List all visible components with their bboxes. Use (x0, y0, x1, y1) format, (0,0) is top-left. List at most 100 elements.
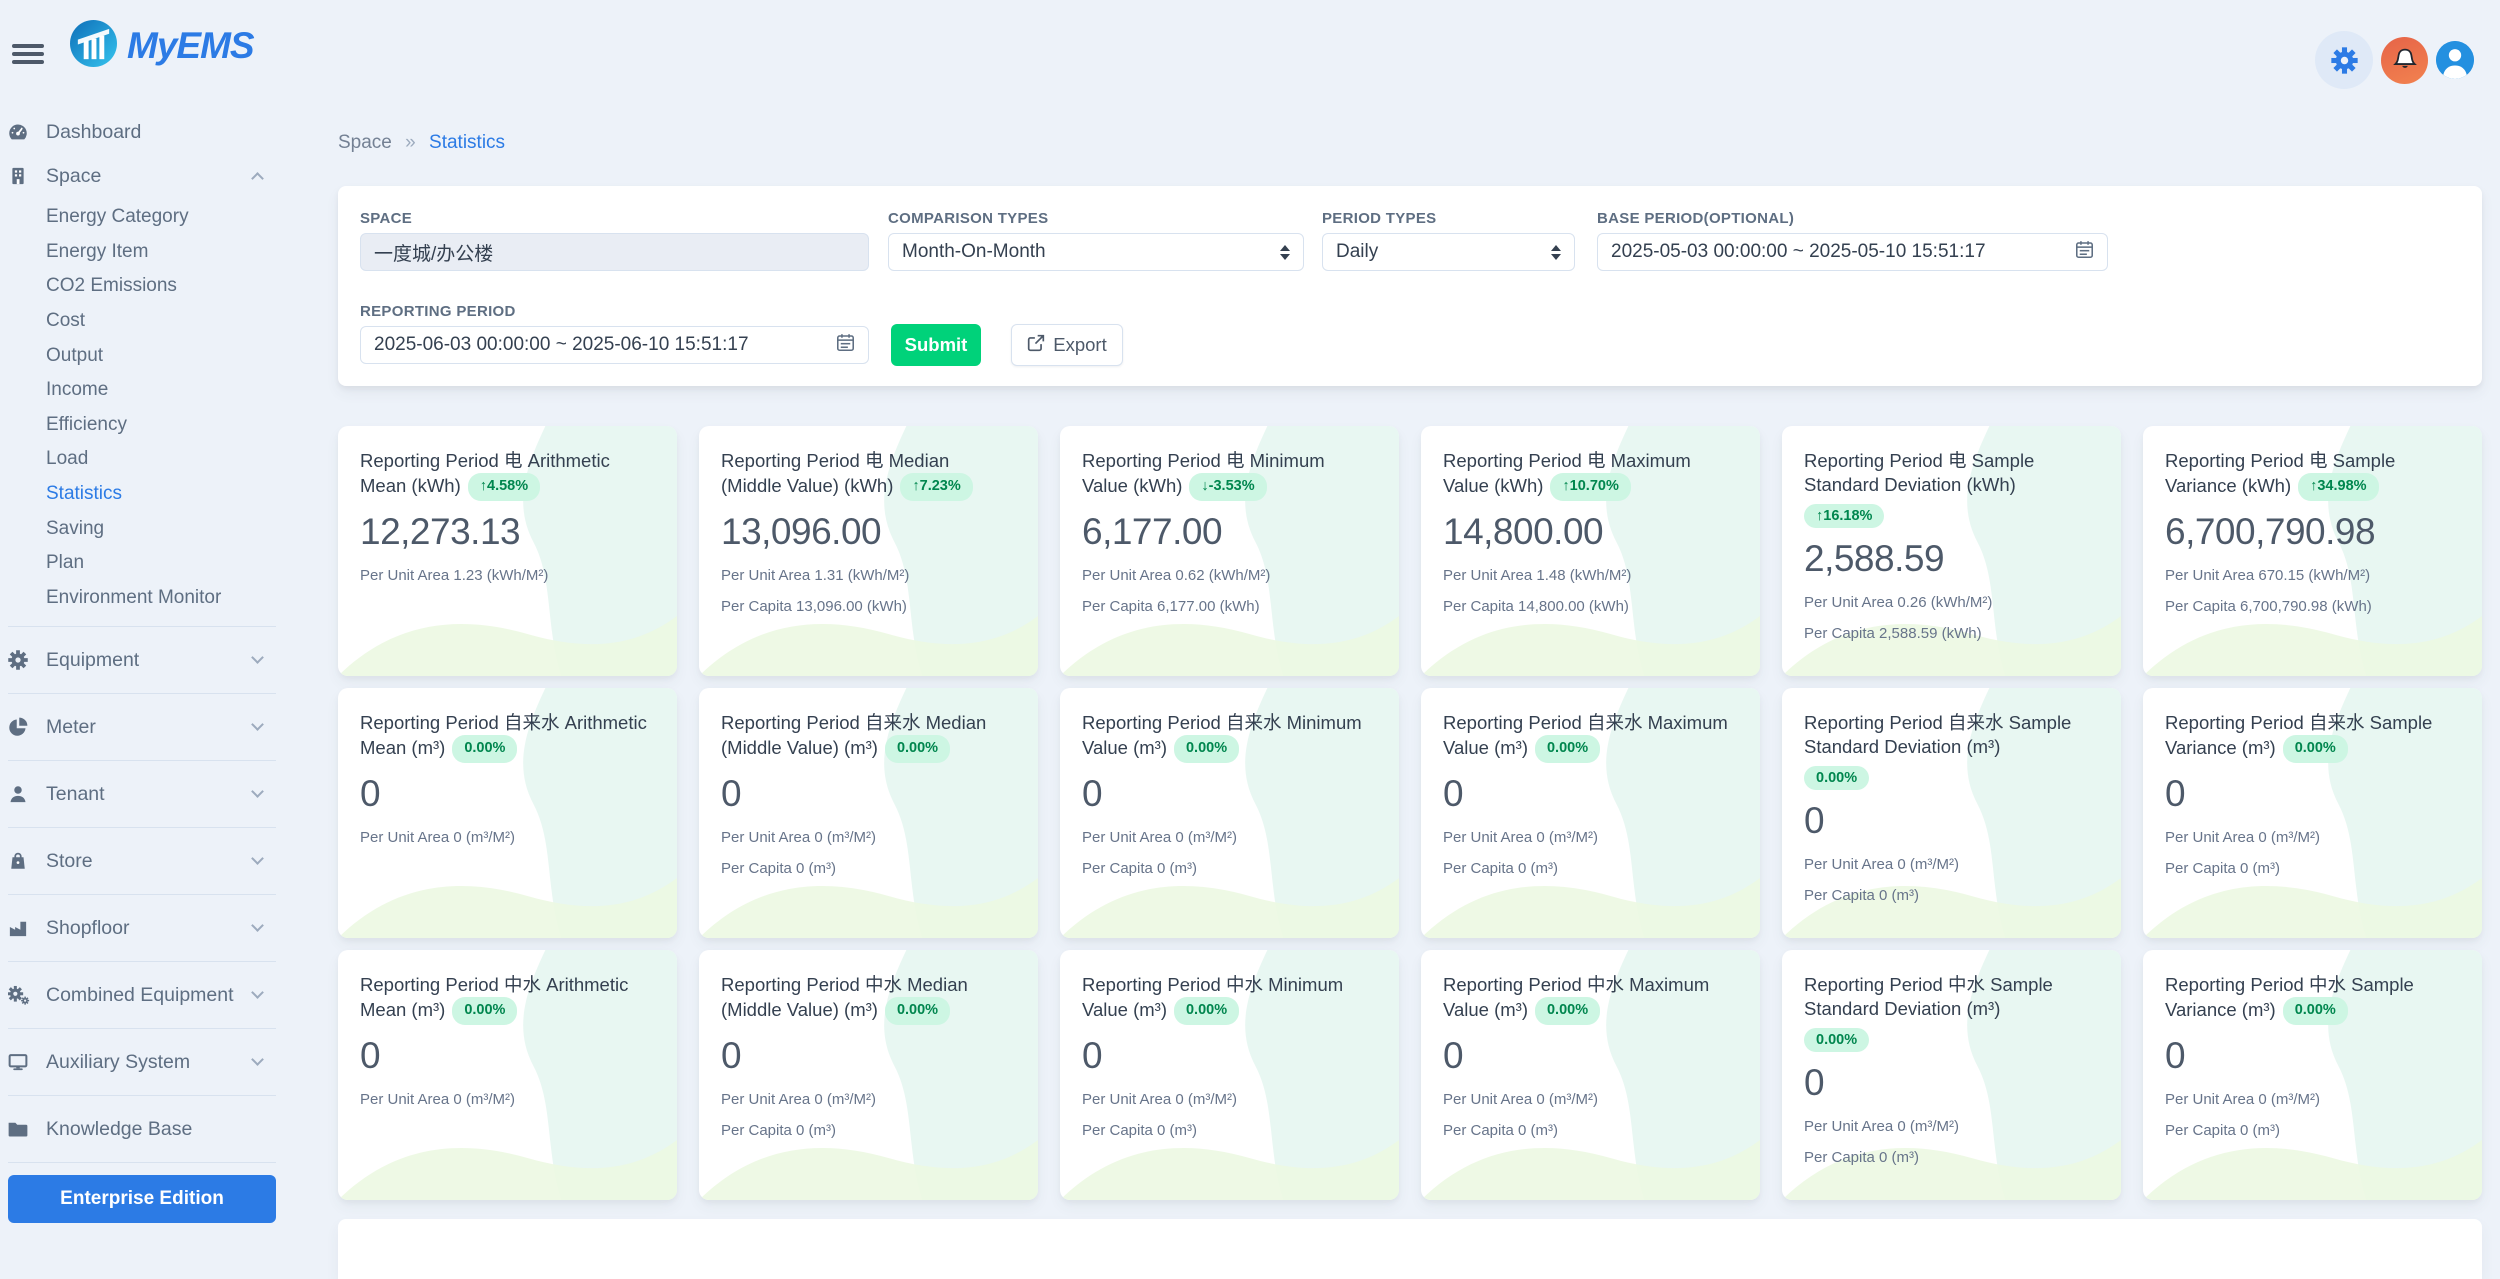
stat-card-content: Reporting Period 自来水 Maximum Value (m³)0… (1443, 711, 1738, 877)
trend-badge: ↑10.70% (1550, 473, 1630, 500)
export-icon (1027, 334, 1045, 357)
sidebar-item-energy-category[interactable]: Energy Category (8, 200, 276, 235)
stat-card-value: 0 (721, 773, 1016, 815)
period-types-value: Daily (1336, 241, 1378, 263)
chevron-down-icon (251, 651, 264, 664)
stat-card-content: Reporting Period 中水 Arithmetic Mean (m³)… (360, 973, 655, 1108)
stat-card-content: Reporting Period 中水 Sample Standard Devi… (1804, 973, 2099, 1166)
sidebar-item-auxiliary-system[interactable]: Auxiliary System (8, 1040, 276, 1084)
stat-card-detail-line: Per Unit Area 1.23 (kWh/M²) (360, 567, 655, 584)
folder-icon (8, 1119, 38, 1139)
stat-card-value: 12,273.13 (360, 511, 655, 553)
stat-card-content: Reporting Period 电 Median (Middle Value)… (721, 449, 1016, 615)
sidebar-item-dashboard[interactable]: Dashboard (8, 110, 276, 154)
enterprise-edition-button[interactable]: Enterprise Edition (8, 1175, 276, 1223)
stat-card-value: 0 (2165, 773, 2460, 815)
reporting-period-input[interactable]: 2025-06-03 00:00:00 ~ 2025-06-10 15:51:1… (360, 326, 869, 364)
trend-badge: ↑16.18% (1804, 504, 1884, 528)
stat-card-value: 6,177.00 (1082, 511, 1377, 553)
sidebar-item-environment-monitor[interactable]: Environment Monitor (8, 581, 276, 616)
stat-card-value: 0 (1804, 1062, 2099, 1104)
sidebar-item-energy-item[interactable]: Energy Item (8, 235, 276, 270)
stat-card-title: Reporting Period 中水 Minimum Value (m³)0.… (1082, 973, 1377, 1025)
stat-card-detail-line: Per Capita 0 (m³) (1443, 1122, 1738, 1139)
stat-card-value: 6,700,790.98 (2165, 511, 2460, 553)
sidebar-divider (8, 693, 276, 694)
stat-card-content: Reporting Period 自来水 Minimum Value (m³)0… (1082, 711, 1377, 877)
stat-card-value: 0 (1443, 773, 1738, 815)
space-input-value: 一度城/办公楼 (374, 239, 493, 266)
trend-badge: 0.00% (1535, 997, 1600, 1024)
sidebar-item-meter[interactable]: Meter (8, 705, 276, 749)
sidebar-item-store[interactable]: Store (8, 839, 276, 883)
stat-card-detail-line: Per Capita 6,177.00 (kWh) (1082, 598, 1377, 615)
sidebar-item-equipment[interactable]: Equipment (8, 638, 276, 682)
stat-card-value: 0 (721, 1035, 1016, 1077)
stat-card-content: Reporting Period 自来水 Median (Middle Valu… (721, 711, 1016, 877)
stat-card-title: Reporting Period 中水 Arithmetic Mean (m³)… (360, 973, 655, 1025)
sidebar-item-knowledge-base[interactable]: Knowledge Base (8, 1107, 276, 1151)
user-icon (8, 784, 38, 804)
trend-badge: 0.00% (2283, 997, 2348, 1024)
sidebar-item-saving[interactable]: Saving (8, 511, 276, 546)
stat-card: Reporting Period 自来水 Sample Standard Dev… (1782, 688, 2121, 938)
stat-card-detail-line: Per Capita 0 (m³) (1082, 1122, 1377, 1139)
trend-badge: ↑7.23% (900, 473, 972, 500)
sidebar-item-load[interactable]: Load (8, 442, 276, 477)
stat-card-detail-line: Per Capita 0 (m³) (1443, 860, 1738, 877)
export-button[interactable]: Export (1011, 324, 1123, 366)
sidebar-item-tenant[interactable]: Tenant (8, 772, 276, 816)
reporting-period-value: 2025-06-03 00:00:00 ~ 2025-06-10 15:51:1… (374, 334, 749, 356)
chevron-down-icon (251, 1053, 264, 1066)
sidebar-item-label: Store (46, 850, 93, 873)
breadcrumb-space-link[interactable]: Space (338, 132, 392, 153)
stat-card-detail-line: Per Capita 0 (m³) (2165, 860, 2460, 877)
stat-card: Reporting Period 电 Maximum Value (kWh)↑1… (1421, 426, 1760, 676)
sidebar-item-output[interactable]: Output (8, 338, 276, 373)
trend-badge: ↑34.98% (2298, 473, 2378, 500)
stat-card-value: 0 (1082, 1035, 1377, 1077)
export-button-label: Export (1053, 334, 1106, 356)
stat-card: Reporting Period 中水 Sample Standard Devi… (1782, 950, 2121, 1200)
sidebar-item-income[interactable]: Income (8, 373, 276, 408)
sidebar-item-combined-equipment[interactable]: Combined Equipment (8, 973, 276, 1017)
trend-badge-row: 0.00% (1804, 1022, 2099, 1052)
comparison-types-select[interactable]: Month-On-Month (888, 233, 1304, 271)
comparison-types-label: COMPARISON TYPES (888, 210, 1048, 227)
stat-card-title: Reporting Period 电 Sample Standard Devia… (1804, 449, 2099, 498)
stat-card-detail-line: Per Capita 6,700,790.98 (kWh) (2165, 598, 2460, 615)
sidebar-item-plan[interactable]: Plan (8, 546, 276, 581)
breadcrumb: Space » Statistics (338, 132, 2482, 154)
stat-card-detail-line: Per Unit Area 1.48 (kWh/M²) (1443, 567, 1738, 584)
sidebar-item-space[interactable]: Space (8, 154, 276, 198)
space-input[interactable]: 一度城/办公楼 (360, 233, 869, 271)
stat-card-content: Reporting Period 电 Maximum Value (kWh)↑1… (1443, 449, 1738, 615)
sidebar-item-co2-emissions[interactable]: CO2 Emissions (8, 269, 276, 304)
sidebar-divider (8, 1162, 276, 1163)
sidebar-item-shopfloor[interactable]: Shopfloor (8, 906, 276, 950)
sidebar-item-efficiency[interactable]: Efficiency (8, 408, 276, 443)
filter-panel: SPACE 一度城/办公楼 COMPARISON TYPES Month-On-… (338, 186, 2482, 386)
stat-card-content: Reporting Period 电 Minimum Value (kWh)↓-… (1082, 449, 1377, 615)
stat-card: Reporting Period 中水 Sample Variance (m³)… (2143, 950, 2482, 1200)
stat-card-title: Reporting Period 电 Minimum Value (kWh)↓-… (1082, 449, 1377, 501)
stat-card-content: Reporting Period 电 Arithmetic Mean (kWh)… (360, 449, 655, 584)
stat-card-title: Reporting Period 自来水 Sample Standard Dev… (1804, 711, 2099, 760)
stat-card: Reporting Period 中水 Median (Middle Value… (699, 950, 1038, 1200)
brand-logo[interactable]: MyEMS (70, 20, 254, 72)
base-period-input[interactable]: 2025-05-03 00:00:00 ~ 2025-05-10 15:51:1… (1597, 233, 2108, 271)
stat-card: Reporting Period 中水 Arithmetic Mean (m³)… (338, 950, 677, 1200)
stat-card-value: 0 (2165, 1035, 2460, 1077)
sidebar-item-statistics[interactable]: Statistics (8, 477, 276, 512)
submit-button[interactable]: Submit (891, 324, 981, 366)
sidebar-item-cost[interactable]: Cost (8, 304, 276, 339)
stat-card-title: Reporting Period 中水 Sample Standard Devi… (1804, 973, 2099, 1022)
menu-icon[interactable] (12, 44, 44, 66)
stat-card: Reporting Period 电 Sample Variance (kWh)… (2143, 426, 2482, 676)
stat-card-content: Reporting Period 中水 Minimum Value (m³)0.… (1082, 973, 1377, 1139)
stat-card-detail-line: Per Unit Area 0 (m³/M²) (1443, 1091, 1738, 1108)
period-types-select[interactable]: Daily (1322, 233, 1575, 271)
trend-badge: 0.00% (1804, 766, 1869, 790)
chevron-down-icon (251, 986, 264, 999)
stat-card-content: Reporting Period 中水 Median (Middle Value… (721, 973, 1016, 1139)
